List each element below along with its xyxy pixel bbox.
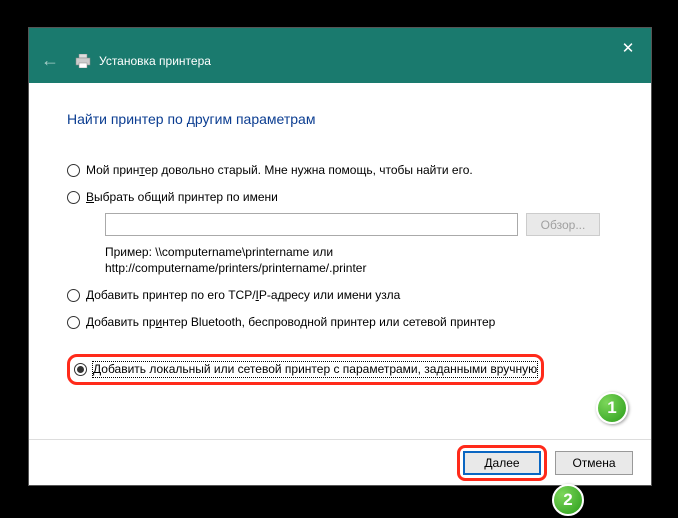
hint-line-2: http://computername/printers/printername…: [105, 260, 613, 276]
dialog-footer: Далее Отмена: [29, 439, 651, 485]
radio-manual[interactable]: [74, 363, 87, 376]
printer-icon: [75, 54, 91, 68]
highlight-next-button: Далее: [457, 445, 547, 481]
radio-bluetooth[interactable]: [67, 316, 80, 329]
option-manual[interactable]: Добавить локальный или сетевой принтер с…: [74, 360, 537, 379]
option-old-printer[interactable]: Мой принтер довольно старый. Мне нужна п…: [67, 161, 613, 180]
option-tcpip[interactable]: Добавить принтер по его TCP/IP-адресу ил…: [67, 286, 613, 305]
dialog-title: Установка принтера: [99, 54, 211, 68]
arrow-left-icon: ←: [41, 50, 59, 70]
dialog-content: Найти принтер по другим параметрам Мой п…: [29, 83, 651, 439]
highlight-manual-option: Добавить локальный или сетевой принтер с…: [67, 354, 544, 385]
next-button[interactable]: Далее: [463, 451, 541, 475]
close-button[interactable]: ✕: [611, 34, 645, 62]
shared-name-input[interactable]: [105, 213, 518, 236]
radio-old-printer[interactable]: [67, 164, 80, 177]
option-bluetooth[interactable]: Добавить принтер Bluetooth, беспроводной…: [67, 313, 613, 332]
shared-name-block: Обзор... Пример: \\computername\printern…: [105, 213, 613, 276]
browse-button: Обзор...: [526, 213, 600, 236]
label-shared-printer: Выбрать общий принтер по имени: [86, 190, 278, 205]
label-bluetooth: Добавить принтер Bluetooth, беспроводной…: [86, 315, 495, 330]
page-heading: Найти принтер по другим параметрам: [67, 111, 613, 127]
label-manual: Добавить локальный или сетевой принтер с…: [93, 362, 537, 377]
close-icon: ✕: [622, 39, 635, 57]
cancel-button[interactable]: Отмена: [555, 451, 633, 475]
radio-tcpip[interactable]: [67, 289, 80, 302]
annotation-badge-2: 2: [552, 484, 584, 516]
dialog-header: ✕ ← Установка принтера: [29, 28, 651, 83]
hint-line-1: Пример: \\computername\printername или: [105, 244, 613, 260]
option-shared-printer[interactable]: Выбрать общий принтер по имени: [67, 188, 613, 207]
dialog-window: ✕ ← Установка принтера Найти принтер по …: [28, 27, 652, 486]
radio-shared-printer[interactable]: [67, 191, 80, 204]
back-button[interactable]: ←: [41, 50, 59, 71]
label-tcpip: Добавить принтер по его TCP/IP-адресу ил…: [86, 288, 400, 303]
label-old-printer: Мой принтер довольно старый. Мне нужна п…: [86, 163, 473, 178]
annotation-badge-1: 1: [596, 392, 628, 424]
